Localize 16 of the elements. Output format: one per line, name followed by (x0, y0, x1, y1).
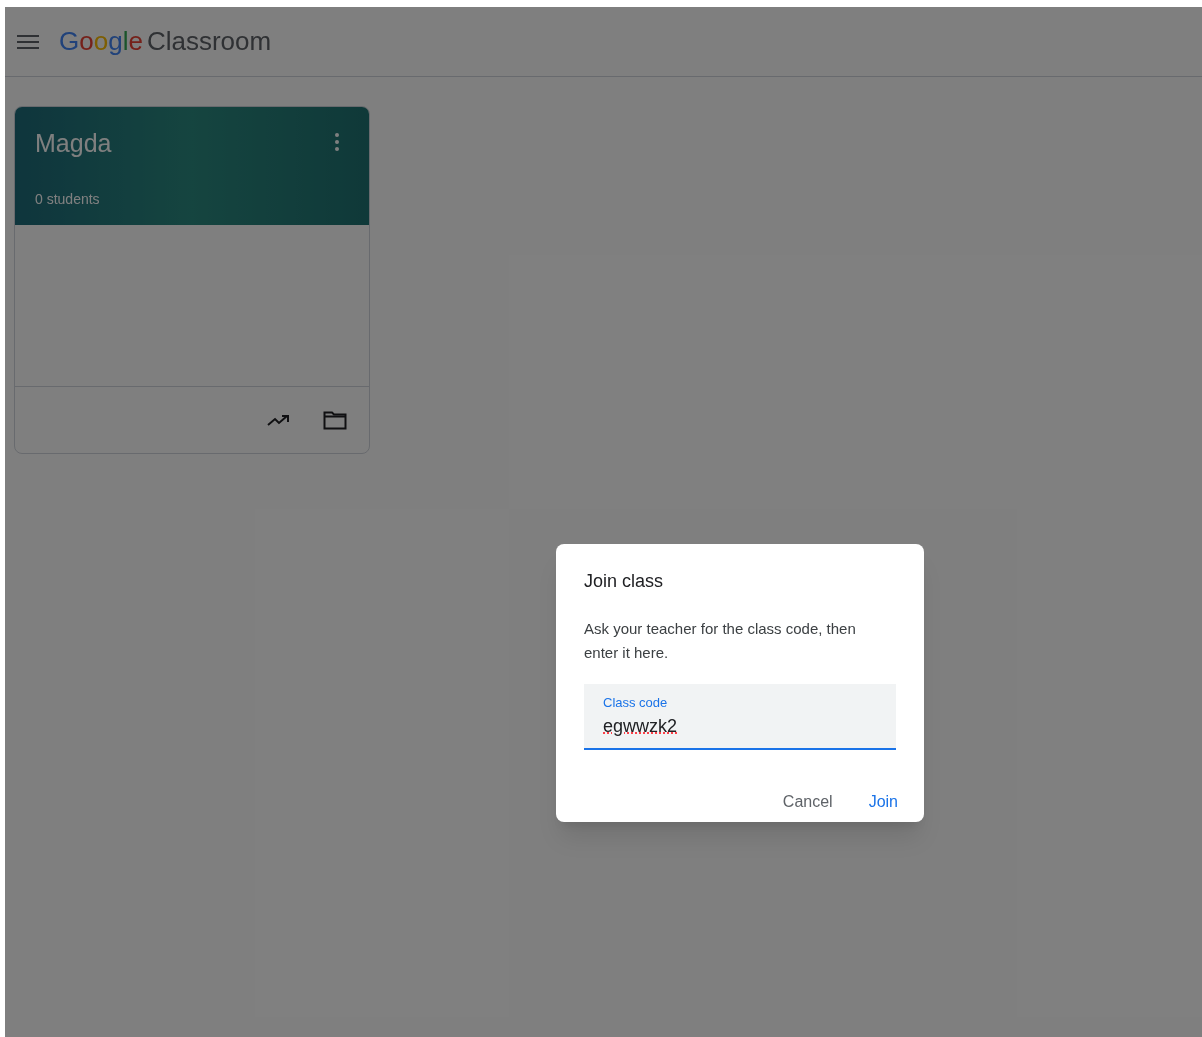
class-code-field[interactable]: Class code egwwzk2 (584, 684, 896, 750)
join-button[interactable]: Join (854, 782, 912, 822)
cancel-button[interactable]: Cancel (768, 782, 847, 822)
class-name[interactable]: Magda (35, 125, 349, 163)
logo-text[interactable]: Google (59, 22, 143, 61)
field-label: Class code (603, 694, 668, 712)
folder-icon[interactable] (323, 410, 347, 430)
class-code-input[interactable]: egwwzk2 (603, 712, 877, 740)
app-title[interactable]: Classroom (146, 22, 272, 61)
trending-up-icon[interactable] (267, 413, 291, 427)
more-options-icon[interactable] (335, 133, 339, 151)
menu-icon[interactable] (17, 33, 39, 50)
dialog-message: Ask your teacher for the class code, then enter it here. (584, 619, 857, 663)
dialog-title: Join class (584, 570, 665, 593)
class-card[interactable]: Magda 0 students (14, 106, 370, 454)
student-count: 0 students (35, 189, 101, 209)
